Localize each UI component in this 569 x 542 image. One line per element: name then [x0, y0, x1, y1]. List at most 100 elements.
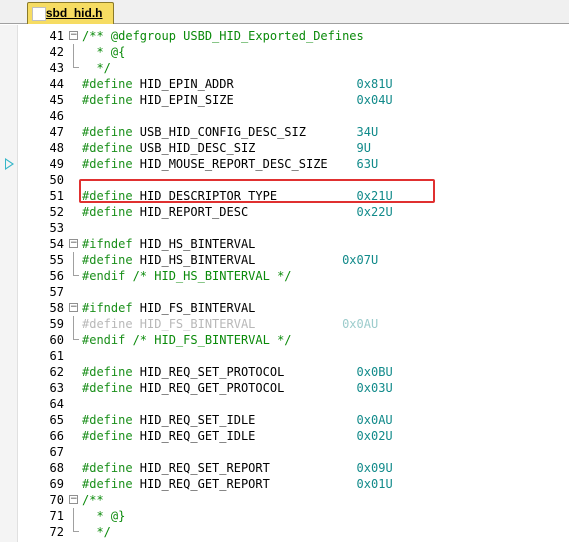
line-number: 44	[49, 77, 64, 91]
code-line[interactable]: 69 #define HID_REQ_GET_REPORT 0x01U	[18, 476, 569, 492]
code-token: #define	[82, 317, 140, 331]
code-token: #define	[82, 461, 140, 475]
code-line[interactable]: 55 #define HID_HS_BINTERVAL 0x07U	[18, 252, 569, 268]
code-line[interactable]: 62 #define HID_REQ_SET_PROTOCOL 0x0BU	[18, 364, 569, 380]
code-line[interactable]: 66 #define HID_REQ_GET_IDLE 0x02U	[18, 428, 569, 444]
fold-guide	[73, 508, 74, 524]
code-text: #endif /* HID_FS_BINTERVAL */	[82, 332, 292, 348]
line-number: 51	[49, 189, 64, 203]
code-token: 0x0BU	[284, 365, 393, 379]
file-tab-usbd-hid[interactable]: usbd_hid.h	[27, 2, 114, 24]
code-token: HID_REQ_GET_REPORT	[139, 477, 270, 491]
line-number: 69	[49, 477, 64, 491]
code-line[interactable]: 49 #define HID_MOUSE_REPORT_DESC_SIZE 63U	[18, 156, 569, 172]
code-line[interactable]: 44 #define HID_EPIN_ADDR 0x81U	[18, 76, 569, 92]
code-text: #define HID_EPIN_ADDR 0x81U	[82, 76, 393, 92]
code-token: HID_HS_BINTERVAL	[139, 253, 256, 267]
code-token: HID_REQ_SET_REPORT	[139, 461, 270, 475]
line-number: 61	[49, 349, 64, 363]
code-token: HID_REPORT_DESC	[139, 205, 249, 219]
code-token: USB_HID_CONFIG_DESC_SIZ	[139, 125, 306, 139]
code-line[interactable]: 71 * @}	[18, 508, 569, 524]
code-text: */	[82, 60, 110, 76]
code-line[interactable]: 65 #define HID_REQ_SET_IDLE 0x0AU	[18, 412, 569, 428]
code-text: #define HID_EPIN_SIZE 0x04U	[82, 92, 393, 108]
line-number: 71	[49, 509, 64, 523]
fold-end-guide	[73, 268, 79, 276]
code-line[interactable]: 70−/**	[18, 492, 569, 508]
code-token: 0x0AU	[255, 317, 379, 331]
fold-toggle-icon[interactable]: −	[69, 495, 78, 504]
code-line[interactable]: 42 * @{	[18, 44, 569, 60]
code-token: 0x07U	[255, 253, 379, 267]
code-line[interactable]: 52 #define HID_REPORT_DESC 0x22U	[18, 204, 569, 220]
code-line[interactable]: 54− #ifndef HID_HS_BINTERVAL	[18, 236, 569, 252]
line-number: 62	[49, 365, 64, 379]
code-text: #ifndef HID_HS_BINTERVAL	[82, 236, 255, 252]
code-text: #define HID_REQ_SET_IDLE 0x0AU	[82, 412, 393, 428]
code-line[interactable]: 53	[18, 220, 569, 236]
code-token: HID_EPIN_ADDR	[139, 77, 234, 91]
code-token: #ifndef	[82, 301, 140, 315]
code-line[interactable]: 47 #define USB_HID_CONFIG_DESC_SIZ 34U	[18, 124, 569, 140]
code-token: #define	[82, 141, 140, 155]
code-token: #define	[82, 125, 140, 139]
fold-guide	[73, 252, 74, 268]
code-token: #define	[82, 157, 140, 171]
code-text: #define HID_REPORT_DESC 0x22U	[82, 204, 393, 220]
code-line[interactable]: 63 #define HID_REQ_GET_PROTOCOL 0x03U	[18, 380, 569, 396]
code-line[interactable]: 68 #define HID_REQ_SET_REPORT 0x09U	[18, 460, 569, 476]
code-line[interactable]: 67	[18, 444, 569, 460]
code-editor[interactable]: 41−/** @defgroup USBD_HID_Exported_Defin…	[0, 25, 569, 542]
code-token: 0x03U	[284, 381, 393, 395]
code-token: #define	[82, 429, 140, 443]
code-token: #define	[82, 205, 140, 219]
code-line[interactable]: 45 #define HID_EPIN_SIZE 0x04U	[18, 92, 569, 108]
line-number: 64	[49, 397, 64, 411]
code-line[interactable]: 46	[18, 108, 569, 124]
code-line[interactable]: 48 #define USB_HID_DESC_SIZ 9U	[18, 140, 569, 156]
code-text: #define HID_MOUSE_REPORT_DESC_SIZE 63U	[82, 156, 378, 172]
code-token: 0x09U	[269, 461, 393, 475]
fold-toggle-icon[interactable]: −	[69, 239, 78, 248]
code-line[interactable]: 58− #ifndef HID_FS_BINTERVAL	[18, 300, 569, 316]
code-token: #define	[82, 77, 140, 91]
line-number: 68	[49, 461, 64, 475]
code-text: #define HID_REQ_GET_IDLE 0x02U	[82, 428, 393, 444]
line-number: 48	[49, 141, 64, 155]
code-line[interactable]: 56 #endif /* HID_HS_BINTERVAL */	[18, 268, 569, 284]
code-text: /** @defgroup USBD_HID_Exported_Defines	[82, 28, 364, 44]
code-token: HID_MOUSE_REPORT_DESC_SIZE	[139, 157, 328, 171]
file-icon	[32, 7, 46, 21]
code-line[interactable]: 59 #define HID_FS_BINTERVAL 0x0AU	[18, 316, 569, 332]
fold-toggle-icon[interactable]: −	[69, 31, 78, 40]
line-number: 66	[49, 429, 64, 443]
code-line[interactable]: 57	[18, 284, 569, 300]
line-number: 42	[49, 45, 64, 59]
editor-gutter[interactable]	[0, 25, 18, 542]
code-token: HID_REQ_SET_PROTOCOL	[139, 365, 285, 379]
code-line[interactable]: 43 */	[18, 60, 569, 76]
code-token: HID_HS_BINTERVAL	[139, 237, 256, 251]
code-line[interactable]: 60 #endif /* HID_FS_BINTERVAL */	[18, 332, 569, 348]
code-text: #ifndef HID_FS_BINTERVAL	[82, 300, 255, 316]
code-token: 9U	[255, 141, 371, 155]
code-text: #define HID_REQ_SET_PROTOCOL 0x0BU	[82, 364, 393, 380]
line-number: 53	[49, 221, 64, 235]
code-line[interactable]: 72 */	[18, 524, 569, 540]
code-text: * @{	[82, 44, 125, 60]
code-line[interactable]: 61	[18, 348, 569, 364]
code-token: #define	[82, 253, 140, 267]
code-token: HID_FS_BINTERVAL	[139, 317, 256, 331]
code-token: HID_FS_BINTERVAL	[139, 301, 256, 315]
code-token: HID_EPIN_SIZE	[139, 93, 234, 107]
line-number: 57	[49, 285, 64, 299]
code-line[interactable]: 64	[18, 396, 569, 412]
line-number: 54	[49, 237, 64, 251]
highlight-annotation	[79, 179, 435, 203]
code-line[interactable]: 41−/** @defgroup USBD_HID_Exported_Defin…	[18, 28, 569, 44]
code-token: * @}	[82, 509, 126, 523]
code-text: #define USB_HID_CONFIG_DESC_SIZ 34U	[82, 124, 378, 140]
fold-toggle-icon[interactable]: −	[69, 303, 78, 312]
line-number: 41	[49, 29, 64, 43]
